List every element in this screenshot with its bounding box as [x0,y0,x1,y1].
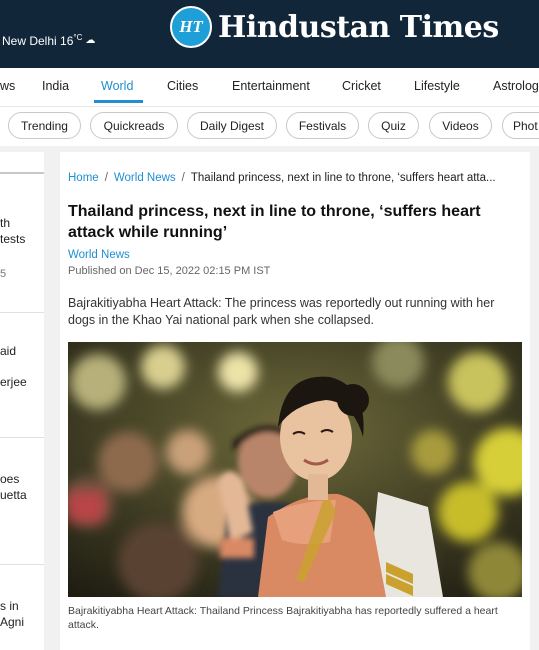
story-separator [0,312,44,313]
pill-quickreads[interactable]: Quickreads [90,112,178,139]
breadcrumb-section[interactable]: World News [114,172,176,184]
breadcrumb-home[interactable]: Home [68,172,99,184]
hero-photo [68,342,522,597]
nav-active-underline [94,100,143,103]
story-separator [0,564,44,565]
main-nav: ws India World Cities Entertainment Cric… [0,68,539,106]
site-logo[interactable]: HT Hindustan Times [170,5,499,49]
nav-item-world[interactable]: World [101,79,133,93]
article-summary: Bajrakitiyabha Heart Attack: The princes… [68,296,495,327]
story-fragment[interactable]: aid [0,344,16,358]
pill-videos[interactable]: Videos [429,112,492,139]
story-fragment[interactable]: erjee [0,375,27,389]
breadcrumb: Home / World News / Thailand princess, next … [68,172,496,184]
story-meta-fragment: 5 [0,268,7,280]
left-story-column: th tests 5 aid erjee oes uetta s in Agni [0,152,44,650]
site-header: New Delhi 16°C ☁ HT Hindustan Times [0,0,539,68]
image-caption: Bajrakitiyabha Heart Attack: Thailand Pr… [68,605,498,631]
story-separator [0,437,44,438]
story-fragment[interactable]: s in [0,599,19,613]
weather-widget[interactable]: New Delhi 16°C ☁ [2,33,95,48]
pill-daily-digest[interactable]: Daily Digest [187,112,277,139]
pill-photos[interactable]: Phot [502,112,539,139]
story-fragment[interactable]: tests [0,232,25,246]
nav-item-cricket[interactable]: Cricket [342,79,381,93]
story-fragment[interactable]: th [0,216,10,230]
article-hero-image[interactable] [68,342,522,597]
nav-item-cities[interactable]: Cities [167,79,198,93]
nav-item-entertainment[interactable]: Entertainment [232,79,310,93]
cloud-icon: ☁ [85,35,96,46]
logo-badge: HT [170,6,212,48]
article-published-date: Published on Dec 15, 2022 02:15 PM IST [68,265,271,277]
nav-item-news[interactable]: ws [0,79,15,93]
pill-quiz[interactable]: Quiz [368,112,419,139]
article-card: Home / World News / Thailand princess, next … [60,152,530,650]
story-fragment[interactable]: Agni [0,615,24,629]
logo-text: Hindustan Times [218,9,499,45]
nav-item-india[interactable]: India [42,79,69,93]
story-fragment[interactable]: uetta [0,488,27,502]
breadcrumb-separator: / [104,172,108,184]
quick-links-bar: Trending Quickreads Daily Digest Festiva… [0,106,539,146]
weather-text: New Delhi 16°C [2,33,83,48]
page: New Delhi 16°C ☁ HT Hindustan Times ws I… [0,0,539,650]
article-title: Thailand princess, next in line to thron… [68,203,481,241]
breadcrumb-current: Thailand princess, next in line to thron… [190,172,496,184]
pill-festivals[interactable]: Festivals [286,112,359,139]
story-fragment[interactable]: oes [0,472,19,486]
breadcrumb-separator: / [181,172,185,184]
column-divider [0,172,44,174]
nav-item-lifestyle[interactable]: Lifestyle [414,79,460,93]
pill-trending[interactable]: Trending [8,112,81,139]
article-section-link[interactable]: World News [68,249,130,261]
nav-item-astrology[interactable]: Astrolog [493,79,539,93]
